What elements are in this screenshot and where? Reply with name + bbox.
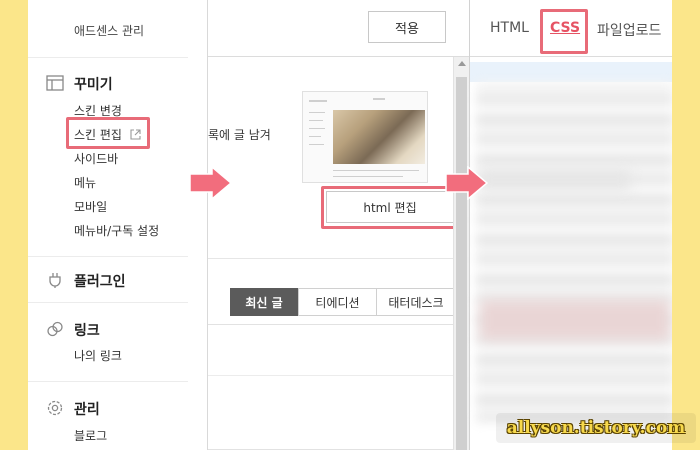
thumb-line — [309, 112, 325, 113]
highlight-box-skin-edit — [66, 117, 150, 149]
divider — [470, 56, 672, 57]
tab-file-upload[interactable]: 파일업로드 — [597, 20, 661, 40]
editor-selected-line — [470, 62, 672, 82]
divider — [28, 256, 188, 257]
tab-tatter-desk[interactable]: 태터데스크 — [376, 288, 456, 316]
skin-preview-thumbnail — [302, 91, 428, 183]
blurred-code-block — [480, 170, 630, 190]
app-frame: 애드센스 관리 꾸미기 스킨 변경 스킨 편집 사이드바 메뉴 모바일 메뉴바/… — [28, 0, 672, 450]
sidebar-item-blog[interactable]: 블로그 — [74, 427, 107, 444]
cat-photo — [333, 110, 425, 164]
link-icon — [47, 321, 63, 337]
sidebar-item-menubar[interactable]: 메뉴바/구독 설정 — [74, 222, 159, 239]
divider — [208, 375, 456, 376]
thumb-line — [333, 170, 419, 171]
post-list — [208, 324, 456, 450]
apply-button[interactable]: 적용 — [368, 11, 446, 43]
sidebar-item-my-link[interactable]: 나의 링크 — [74, 347, 122, 364]
blurred-code-block — [480, 300, 670, 340]
code-editor-panel: HTML CSS 파일업로드 — [469, 0, 672, 450]
divider — [208, 56, 469, 57]
plug-icon — [49, 273, 61, 288]
tab-html[interactable]: HTML — [490, 20, 529, 36]
section-title-manage[interactable]: 관리 — [74, 399, 100, 419]
arrow-right-icon — [189, 166, 232, 200]
arrow-right-icon — [445, 166, 488, 200]
sidebar-item-menu[interactable]: 메뉴 — [74, 174, 96, 191]
sidebar-item-mobile[interactable]: 모바일 — [74, 198, 107, 215]
highlight-box-css — [540, 9, 588, 54]
thumb-line — [309, 128, 325, 129]
skin-panel: 적용 록에 글 남겨 html 편집 최신 글 티에디션 태터데스크 — [208, 0, 469, 450]
thumb-line — [309, 136, 321, 137]
sidebar-item-adsense[interactable]: 애드센스 관리 — [74, 22, 144, 39]
scroll-thumb[interactable] — [456, 77, 467, 450]
scrollbar[interactable] — [453, 57, 469, 450]
watermark: allyson.tistory.com — [496, 413, 696, 443]
blurred-code — [476, 82, 672, 422]
divider — [28, 57, 188, 58]
thumb-line — [309, 144, 324, 145]
thumb-line — [309, 120, 323, 121]
thumb-line — [373, 98, 385, 100]
tab-t-edition[interactable]: 티에디션 — [298, 288, 377, 316]
section-title-customize[interactable]: 꾸미기 — [74, 74, 113, 94]
layout-icon — [46, 75, 64, 91]
divider — [208, 258, 453, 259]
scroll-up-icon[interactable] — [458, 61, 466, 66]
sidebar: 애드센스 관리 꾸미기 스킨 변경 스킨 편집 사이드바 메뉴 모바일 메뉴바/… — [28, 0, 208, 450]
tab-recent-posts[interactable]: 최신 글 — [230, 288, 298, 316]
html-edit-button[interactable]: html 편집 — [326, 191, 454, 223]
gear-icon — [47, 400, 63, 416]
thumb-line — [309, 100, 327, 102]
thumb-line — [333, 176, 403, 177]
divider — [28, 381, 188, 382]
partial-description: 록에 글 남겨 — [208, 128, 271, 142]
section-title-plugin[interactable]: 플러그인 — [74, 271, 126, 291]
section-title-link[interactable]: 링크 — [74, 320, 100, 340]
sidebar-item-sidebar[interactable]: 사이드바 — [74, 150, 118, 167]
divider — [28, 302, 188, 303]
